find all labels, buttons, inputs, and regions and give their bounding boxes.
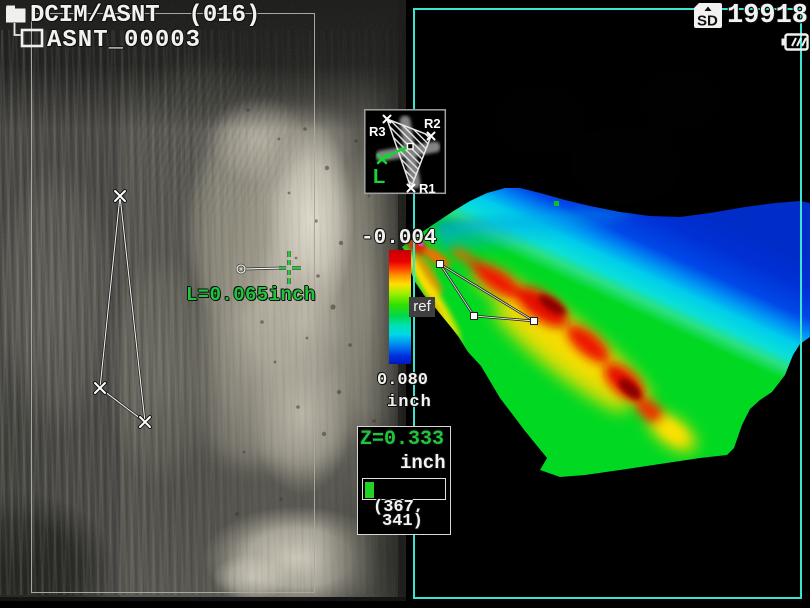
svg-text:SD: SD xyxy=(697,13,718,30)
svg-text:L: L xyxy=(373,166,385,188)
svg-text:R1: R1 xyxy=(419,181,436,196)
svg-text:R3: R3 xyxy=(369,124,386,139)
svg-text:R2: R2 xyxy=(424,116,441,131)
